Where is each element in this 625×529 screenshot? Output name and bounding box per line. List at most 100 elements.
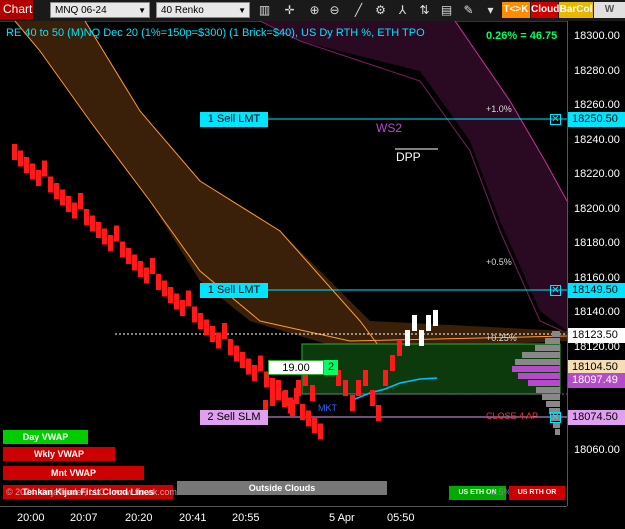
renko-brick (222, 323, 227, 339)
chevron-down-icon: ▼ (238, 6, 246, 15)
renko-brick (397, 340, 402, 356)
chevron-down-icon: ▼ (138, 6, 146, 15)
renko-brick (186, 290, 191, 307)
renko-brick (376, 405, 381, 421)
renko-brick (405, 330, 410, 346)
renko-brick (419, 330, 424, 346)
renko-brick (228, 339, 233, 355)
renko-brick (240, 352, 245, 368)
instrument-selector[interactable]: MNQ 06-24 ▼ (50, 2, 150, 18)
close-order-3-icon[interactable]: ✕ (550, 412, 561, 423)
price-axis[interactable] (567, 21, 625, 506)
renko-brick (412, 315, 417, 331)
change-label: 0.26% = 46.75 (486, 30, 558, 42)
price-flag-last: 18123.50 (568, 328, 625, 343)
barcol-toggle-button[interactable]: BarCol (559, 2, 593, 18)
time-tick: 5 Apr (329, 512, 355, 524)
position-qty[interactable]: 2 (324, 360, 338, 375)
time-tick: 20:07 (70, 512, 98, 524)
cloud-toggle-button[interactable]: Cloud (531, 2, 559, 18)
renko-brick (204, 319, 209, 336)
renko-brick (312, 417, 317, 433)
renko-brick (102, 228, 107, 245)
renko-brick (296, 380, 301, 396)
renko-brick (350, 395, 355, 411)
renko-brick (343, 380, 348, 396)
renko-brick (258, 355, 263, 372)
renko-brick (356, 380, 361, 396)
renko-brick (216, 332, 221, 349)
level-dpp: DPP (396, 150, 421, 164)
time-tick: 20:41 (179, 512, 207, 524)
bar-type-selector[interactable]: 40 Renko ▼ (156, 2, 250, 18)
chart-tab[interactable]: Chart (0, 0, 33, 19)
renko-brick (18, 150, 23, 167)
instrument-value: MNQ 06-24 (55, 5, 107, 16)
wkly-vwap-button[interactable]: Wkly VWAP (3, 447, 115, 461)
us-rth-off-button[interactable]: US RTH OR (509, 486, 565, 500)
sell-lmt-order-1[interactable]: 1 Sell LMT (200, 112, 268, 127)
time-tick: 20:20 (125, 512, 153, 524)
level-ws2: WS2 (376, 121, 403, 135)
bar-chart-icon[interactable]: ▥ (256, 2, 273, 18)
indicators-icon[interactable]: ⅄ (394, 2, 411, 18)
close-order-2-icon[interactable]: ✕ (550, 285, 561, 296)
watermark: © 2024 NinjaTrader, LLC · www.tfo-ak.com (6, 487, 177, 497)
renko-brick (234, 345, 239, 362)
renko-brick (36, 170, 41, 186)
mnt-vwap-button[interactable]: Mnt VWAP (3, 466, 144, 480)
renko-brick (156, 274, 161, 290)
renko-brick (210, 326, 215, 342)
strategy-icon[interactable]: ⇅ (416, 2, 433, 18)
zoom-out-icon[interactable]: ⊖ (326, 2, 343, 18)
price-flag-sell-lmt-2: 18149.50 (568, 283, 625, 298)
renko-brick (12, 144, 17, 160)
renko-brick (120, 241, 125, 258)
position-price[interactable]: 19.00 (268, 360, 324, 375)
renko-brick (24, 157, 29, 173)
renko-brick (48, 176, 53, 193)
gear-icon[interactable]: ⚙ (372, 2, 389, 18)
template-icon[interactable]: ▤ (438, 2, 455, 18)
price-flag-sell-slm: 18074.50 (568, 410, 625, 425)
renko-brick (192, 306, 197, 323)
price-tick: 18240.00 (574, 133, 620, 146)
close-order-1-icon[interactable]: ✕ (550, 114, 561, 125)
renko-brick (72, 202, 77, 219)
price-tick: 18280.00 (574, 64, 620, 77)
bar-type-value: 40 Renko (161, 5, 204, 16)
renko-brick (252, 365, 257, 381)
zoom-in-icon[interactable]: ⊕ (306, 2, 323, 18)
price-tick: 18220.00 (574, 168, 620, 180)
renko-brick (60, 189, 65, 206)
vwap-toggle-button[interactable]: W VWA (594, 2, 625, 31)
renko-brick (144, 267, 149, 284)
price-tick: 18060.00 (574, 444, 620, 456)
renko-brick (363, 370, 368, 386)
renko-brick (84, 209, 89, 225)
draw-line-icon[interactable]: ╱ (350, 2, 367, 18)
renko-brick (276, 380, 281, 396)
time-tick: 20:00 (17, 512, 45, 524)
renko-brick (310, 385, 315, 401)
chart-title: RE 40 to 50 (M)NQ Dec 20 (1%=150p=$300) … (6, 27, 425, 39)
price-tick: 18140.00 (574, 306, 620, 318)
sell-slm-order[interactable]: 2 Sell SLM (200, 410, 268, 425)
crosshair-icon[interactable]: ✛ (281, 2, 298, 18)
renko-brick (283, 390, 288, 406)
renko-brick (126, 248, 131, 264)
outside-clouds-button[interactable]: Outside Clouds (177, 481, 387, 495)
renko-brick (433, 310, 438, 326)
renko-brick (150, 258, 155, 274)
renko-brick (318, 423, 323, 440)
renko-brick (42, 160, 47, 177)
renko-brick (300, 404, 305, 420)
sell-lmt-order-2[interactable]: 1 Sell LMT (200, 283, 268, 298)
renko-brick (174, 293, 179, 310)
renko-brick (370, 390, 375, 406)
renko-brick (162, 280, 167, 297)
day-vwap-button[interactable]: Day VWAP (3, 430, 88, 444)
dropdown-icon[interactable]: ▾ (482, 2, 499, 18)
tk-toggle-button[interactable]: T<>K (502, 2, 530, 18)
properties-icon[interactable]: ✎ (460, 2, 477, 18)
